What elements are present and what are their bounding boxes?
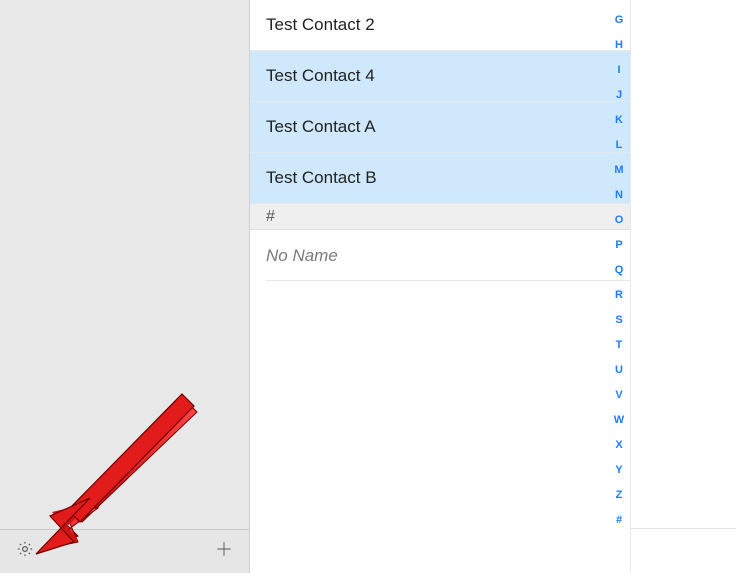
contact-name: Test Contact 4 xyxy=(266,66,375,86)
index-letter[interactable]: O xyxy=(615,208,624,233)
section-header: # xyxy=(250,204,630,230)
settings-button[interactable] xyxy=(14,541,36,563)
detail-pane xyxy=(630,0,736,573)
index-letter[interactable]: R xyxy=(615,283,623,308)
contact-name: No Name xyxy=(266,246,338,266)
contact-name: Test Contact B xyxy=(266,168,377,188)
sidebar-toolbar xyxy=(0,529,249,573)
contact-row[interactable]: Test Contact A xyxy=(250,102,630,153)
alphabet-index: G H I J K L M N O P Q R S T U V W X Y Z … xyxy=(608,0,630,533)
contact-row[interactable]: Test Contact 2 xyxy=(250,0,630,51)
section-header-label: # xyxy=(266,208,275,226)
index-letter[interactable]: L xyxy=(616,133,623,158)
index-letter[interactable]: Z xyxy=(616,483,623,508)
index-letter[interactable]: # xyxy=(616,508,622,533)
divider xyxy=(631,528,736,529)
groups-sidebar xyxy=(0,0,250,573)
contact-name: Test Contact 2 xyxy=(266,15,375,35)
index-letter[interactable]: T xyxy=(616,333,623,358)
index-letter[interactable]: W xyxy=(614,408,624,433)
index-letter[interactable]: Q xyxy=(615,258,624,283)
contact-row[interactable]: Test Contact B xyxy=(250,153,630,204)
index-letter[interactable]: J xyxy=(616,83,622,108)
index-letter[interactable]: I xyxy=(617,58,620,83)
contact-name: Test Contact A xyxy=(266,117,376,137)
index-letter[interactable]: Y xyxy=(615,458,622,483)
groups-area xyxy=(0,0,249,529)
contact-list: Test Contact 2 Test Contact 4 Test Conta… xyxy=(250,0,630,573)
index-letter[interactable]: N xyxy=(615,183,623,208)
index-letter[interactable]: G xyxy=(615,8,624,33)
contact-row-no-name[interactable]: No Name xyxy=(250,230,630,281)
index-letter[interactable]: U xyxy=(615,358,623,383)
index-letter[interactable]: K xyxy=(615,108,623,133)
index-letter[interactable]: V xyxy=(615,383,622,408)
contacts-list-pane: Test Contact 2 Test Contact 4 Test Conta… xyxy=(250,0,630,573)
gear-icon xyxy=(16,540,34,563)
index-letter[interactable]: P xyxy=(615,233,622,258)
index-letter[interactable]: H xyxy=(615,33,623,58)
app-root: Test Contact 2 Test Contact 4 Test Conta… xyxy=(0,0,736,573)
index-letter[interactable]: M xyxy=(614,158,623,183)
add-button[interactable] xyxy=(213,541,235,563)
index-letter[interactable]: X xyxy=(615,433,622,458)
contact-row[interactable]: Test Contact 4 xyxy=(250,51,630,102)
index-letter[interactable]: S xyxy=(615,308,622,333)
plus-icon xyxy=(215,540,233,563)
